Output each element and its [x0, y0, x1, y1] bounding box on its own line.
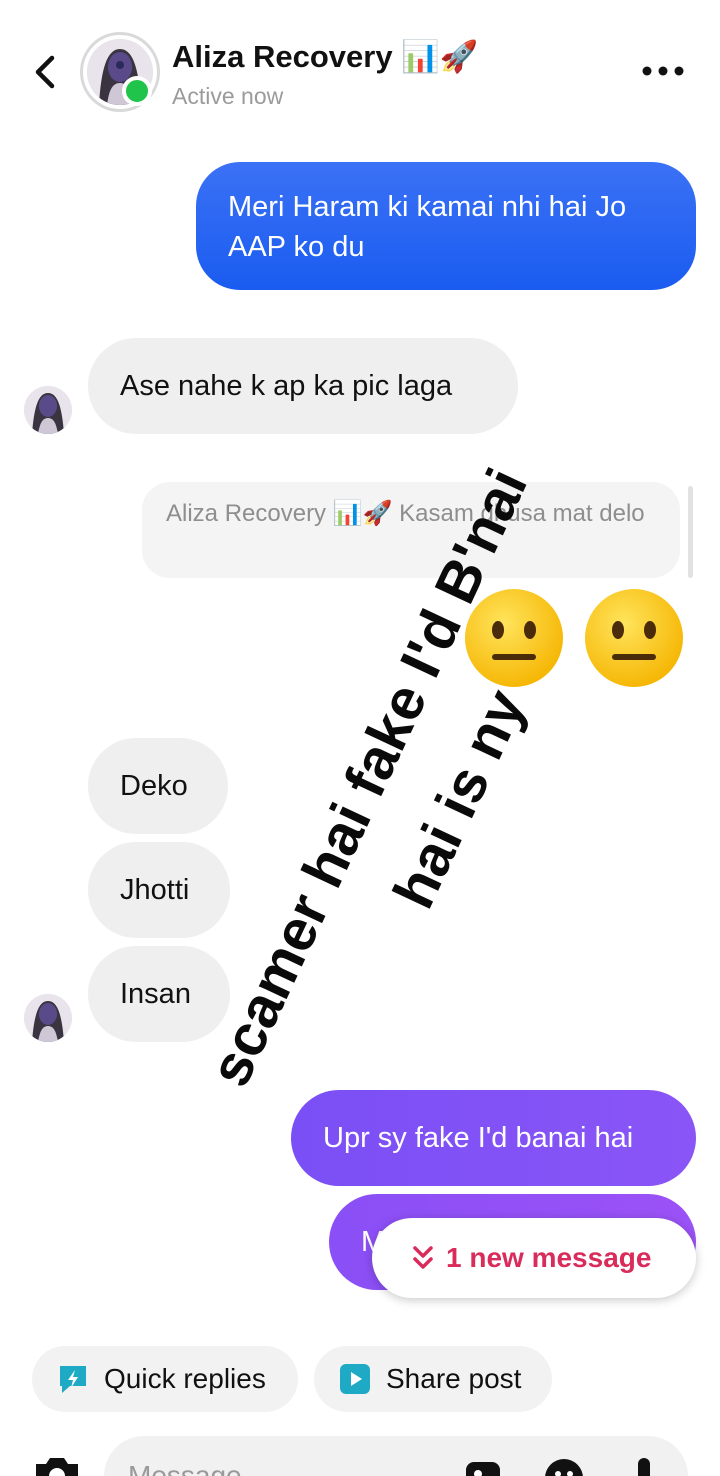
message-text: Insan: [120, 978, 191, 1010]
quick-replies-label: Quick replies: [104, 1363, 266, 1394]
received-message-bubble[interactable]: Jhotti: [88, 842, 230, 938]
received-message-bubble[interactable]: Deko: [88, 738, 228, 834]
new-message-label: 1 new message: [446, 1242, 652, 1273]
contact-name[interactable]: Aliza Recovery 📊🚀: [172, 38, 478, 75]
quick-replies-button[interactable]: Quick replies: [32, 1346, 298, 1412]
quote-text: Aliza Recovery 📊🚀 Kasam ghusa mat delo: [166, 500, 645, 527]
message-text: Ase nahe k ap ka pic laga: [120, 370, 453, 402]
double-chevron-down-icon: [413, 1246, 433, 1269]
sticker-icon[interactable]: [542, 1456, 586, 1476]
message-input-placeholder: Message...: [128, 1460, 265, 1476]
message-text: Upr sy fake I'd banai hai: [323, 1122, 634, 1154]
quick-replies-icon: [60, 1366, 86, 1393]
sender-avatar[interactable]: [24, 386, 72, 434]
microphone-icon[interactable]: [622, 1456, 666, 1476]
received-message-bubble[interactable]: Insan: [88, 946, 230, 1042]
share-post-label: Share post: [386, 1363, 522, 1394]
share-post-button[interactable]: Share post: [314, 1346, 552, 1412]
message-text: Meri Haram ki kamai nhi hai Jo AAP ko du: [228, 191, 627, 263]
sent-message-bubble[interactable]: Upr sy fake I'd banai hai: [291, 1090, 696, 1186]
replied-message-quote[interactable]: Aliza Recovery 📊🚀 Kasam ghusa mat delo: [142, 482, 680, 578]
active-status: Active now: [172, 83, 284, 109]
camera-icon[interactable]: [30, 1452, 84, 1476]
overlay-text-line: hai is ny: [380, 680, 538, 918]
play-icon: [340, 1364, 370, 1394]
neutral-face-emoji[interactable]: [582, 586, 686, 690]
new-message-button[interactable]: 1 new message: [372, 1218, 696, 1298]
online-status-dot: [122, 76, 152, 106]
gallery-icon[interactable]: [462, 1456, 506, 1476]
received-message-bubble[interactable]: Ase nahe k ap ka pic laga: [88, 338, 518, 434]
reply-indicator-bar: [688, 486, 693, 578]
message-text: Jhotti: [120, 874, 190, 906]
back-arrow-icon[interactable]: [28, 52, 62, 92]
neutral-face-emoji[interactable]: [462, 586, 566, 690]
sender-avatar[interactable]: [24, 994, 72, 1042]
sent-message-bubble[interactable]: Meri Haram ki kamai nhi hai Jo AAP ko du: [196, 162, 696, 290]
message-text: Deko: [120, 770, 188, 802]
more-options-icon[interactable]: [640, 62, 686, 80]
